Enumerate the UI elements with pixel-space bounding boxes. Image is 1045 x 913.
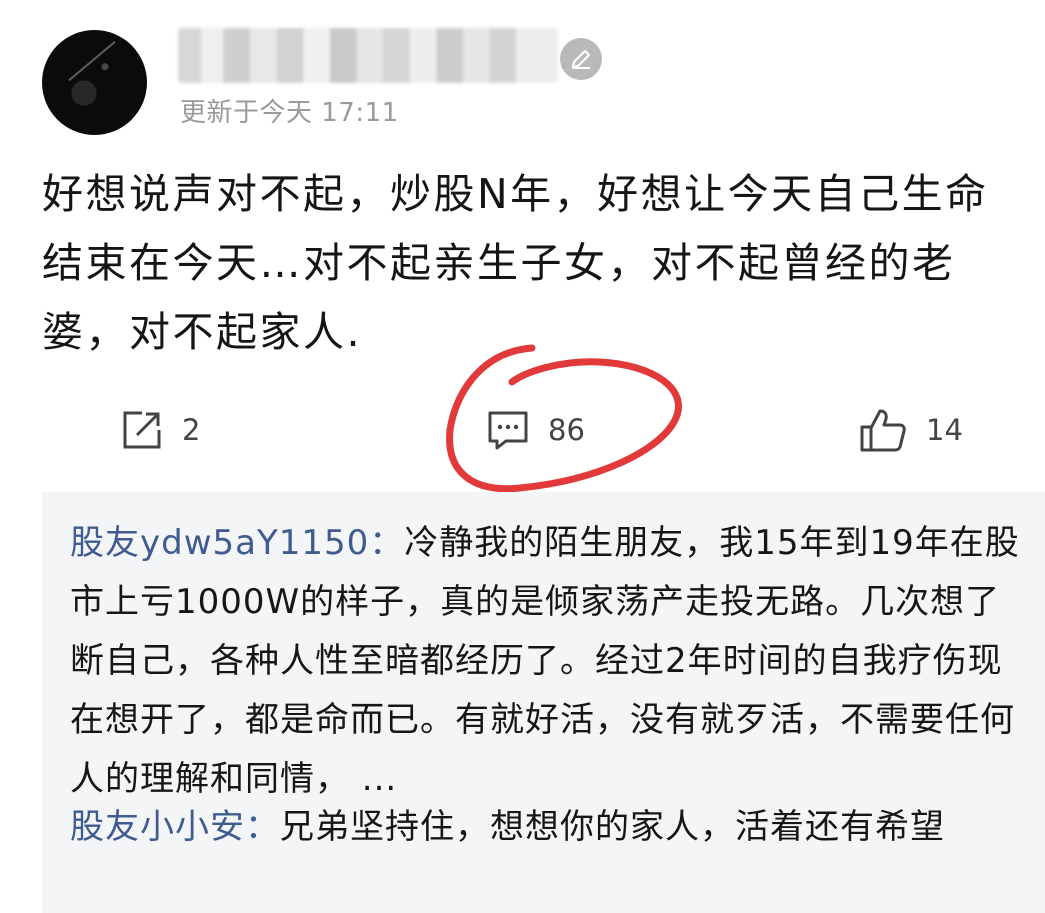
comment-count: 86 [548, 413, 585, 447]
like-button[interactable]: 14 [858, 395, 963, 465]
post-timestamp: 更新于今天 17:11 [180, 98, 399, 128]
user-avatar[interactable] [42, 30, 147, 135]
share-count: 2 [182, 413, 201, 447]
comment-separator: ： [245, 807, 280, 847]
comment-section: 股友ydw5aY1150：冷静我的陌生朋友，我15年到19年在股市上亏1000W… [42, 492, 1045, 913]
share-icon [123, 411, 161, 449]
edit-icon[interactable] [560, 38, 602, 80]
comment-item[interactable]: 股友小小安：兄弟坚持住，想想你的家人，活着还有希望 [70, 798, 1025, 857]
comment-separator: ： [369, 523, 405, 563]
action-bar: 2 86 14 [0, 395, 1045, 465]
username-blurred[interactable] [178, 28, 558, 83]
share-button[interactable]: 2 [120, 395, 200, 465]
post-content: 好想说声对不起，炒股N年，好想让今天自己生命结束在今天…对不起亲生子女，对不起曾… [42, 170, 989, 356]
post-card: 更新于今天 17:11 好想说声对不起，炒股N年，好想让今天自己生命结束在今天…… [0, 0, 1045, 913]
comment-button[interactable]: 86 [486, 395, 585, 465]
thumbs-up-icon [860, 409, 906, 452]
comment-author[interactable]: 股友ydw5aY1150 [70, 523, 369, 563]
comment-text: 兄弟坚持住，想想你的家人，活着还有希望 [280, 807, 945, 847]
comment-author[interactable]: 股友小小安 [70, 807, 245, 847]
comment-text: 冷静我的陌生朋友，我15年到19年在股市上亏1000W的样子，真的是倾家荡产走投… [70, 523, 1020, 799]
like-count: 14 [926, 413, 963, 447]
comment-icon [488, 411, 528, 450]
comment-item[interactable]: 股友ydw5aY1150：冷静我的陌生朋友，我15年到19年在股市上亏1000W… [70, 514, 1025, 809]
